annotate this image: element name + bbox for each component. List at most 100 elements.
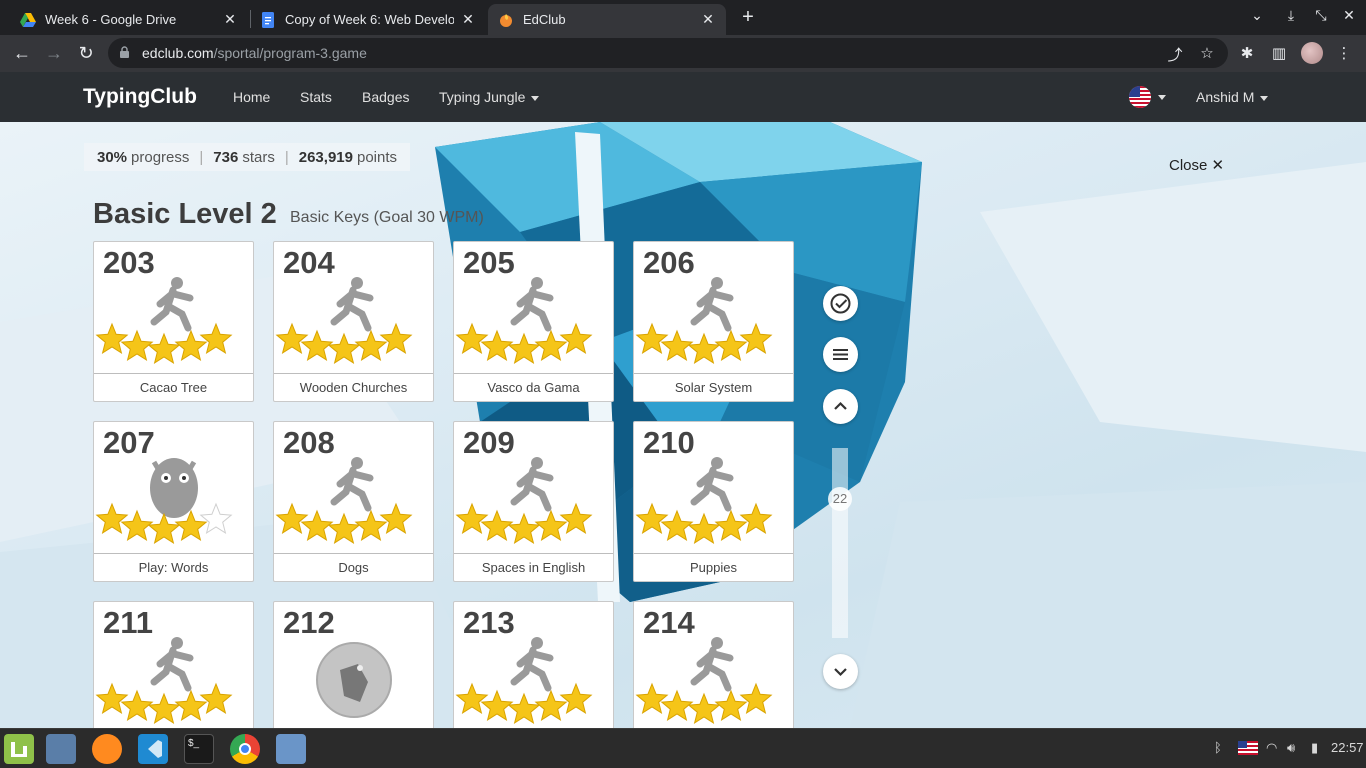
lesson-card[interactable]: 211 — [93, 601, 254, 728]
share-icon[interactable]: ⤴ — [1166, 44, 1184, 65]
progress-label: progress — [131, 148, 190, 166]
battery-icon[interactable]: ▮ — [1311, 740, 1318, 756]
profile-avatar[interactable] — [1301, 42, 1323, 64]
wifi-icon[interactable]: ◠ — [1266, 740, 1277, 756]
scroll-page-indicator[interactable]: 22 — [828, 487, 852, 511]
runner-icon — [634, 272, 793, 376]
star-filled-icon — [147, 512, 181, 544]
close-window-icon[interactable]: ✕ — [1340, 7, 1358, 24]
clock[interactable]: 22:57 — [1331, 740, 1364, 755]
star-filled-icon — [739, 322, 773, 354]
lesson-card[interactable]: 209 Spaces in English — [453, 421, 614, 582]
minimize-icon[interactable]: ⤓ — [1282, 7, 1300, 24]
runner-icon — [454, 452, 613, 556]
lesson-title: Wooden Churches — [274, 373, 433, 401]
lesson-card[interactable]: 210 Puppies — [633, 421, 794, 582]
menu-kebab-icon[interactable]: ⋮ — [1335, 44, 1353, 62]
nav-home[interactable]: Home — [233, 89, 270, 105]
star-filled-icon — [275, 322, 309, 354]
folder-icon[interactable] — [276, 734, 306, 764]
scrollbar-track[interactable] — [832, 448, 848, 638]
lesson-card[interactable]: 208 Dogs — [273, 421, 434, 582]
vscode-icon[interactable] — [138, 734, 168, 764]
runner-icon — [634, 632, 793, 728]
tab-title: Copy of Week 6: Web Develop — [285, 12, 454, 27]
close-icon[interactable]: ✕ — [460, 11, 476, 28]
firefox-icon[interactable] — [92, 734, 122, 764]
lesson-title: Dogs — [274, 553, 433, 581]
chevron-down-icon — [834, 668, 847, 677]
browser-tab-strip: Week 6 - Google Drive ✕ Copy of Week 6: … — [0, 0, 1366, 35]
tab-edclub[interactable]: EdClub ✕ — [488, 4, 726, 35]
volume-icon[interactable]: 🔊︎ — [1287, 740, 1295, 756]
runner-icon — [634, 452, 793, 556]
tab-google-docs[interactable]: Copy of Week 6: Web Develop ✕ — [250, 4, 486, 35]
tab-search-icon[interactable]: ⌄ — [1248, 7, 1266, 24]
lesson-title: Cacao Tree — [94, 373, 253, 401]
close-icon[interactable]: ✕ — [222, 11, 238, 28]
lesson-card[interactable]: 206 Solar System — [633, 241, 794, 402]
star-filled-icon — [635, 502, 669, 534]
language-caret-icon[interactable] — [1158, 95, 1166, 100]
side-panel-icon[interactable]: ▥ — [1270, 44, 1288, 62]
scroll-up-button[interactable] — [823, 389, 858, 424]
star-filled-icon — [739, 682, 773, 714]
new-tab-button[interactable]: + — [737, 6, 759, 28]
star-filled-icon — [507, 692, 541, 724]
star-filled-icon — [199, 682, 233, 714]
address-bar[interactable]: edclub.com/sportal/program-3.game ⤴ ☆ — [108, 38, 1228, 68]
star-filled-icon — [635, 682, 669, 714]
mint-menu-icon[interactable] — [4, 734, 34, 764]
check-circle-icon — [830, 293, 851, 314]
star-filled-icon — [379, 322, 413, 354]
lesson-title: Solar System — [634, 373, 793, 401]
lesson-card[interactable]: 204 Wooden Churches — [273, 241, 434, 402]
bookmark-star-icon[interactable]: ☆ — [1198, 44, 1216, 62]
star-filled-icon — [379, 502, 413, 534]
user-menu[interactable]: Anshid M — [1196, 89, 1269, 105]
lock-icon — [120, 46, 129, 58]
keyboard-layout-flag-icon[interactable] — [1238, 741, 1258, 755]
scroll-down-button[interactable] — [823, 654, 858, 689]
bluetooth-icon[interactable]: ᛒ — [1214, 740, 1222, 755]
nav-stats[interactable]: Stats — [300, 89, 332, 105]
back-button[interactable]: ← — [11, 42, 33, 64]
close-button[interactable]: Close ✕ — [1169, 156, 1224, 174]
forward-button[interactable]: → — [43, 42, 65, 64]
restore-icon[interactable]: ⤡ — [1312, 7, 1330, 24]
star-filled-icon — [687, 692, 721, 724]
nav-badges[interactable]: Badges — [362, 89, 409, 105]
site-logo[interactable]: TypingClub — [83, 85, 197, 109]
dropdown-label: Typing Jungle — [439, 89, 526, 105]
star-filled-icon — [559, 322, 593, 354]
os-taskbar: $_ ᛒ ◠ 🔊︎ ▮ 22:57 — [0, 728, 1366, 768]
list-view-button[interactable] — [823, 337, 858, 372]
stars-count: 736 — [213, 148, 239, 166]
tab-google-drive[interactable]: Week 6 - Google Drive ✕ — [10, 4, 248, 35]
locked-bird-icon — [274, 632, 433, 728]
url-text: edclub.com/sportal/program-3.game — [142, 45, 367, 61]
close-icon[interactable]: ✕ — [700, 11, 716, 28]
star-filled-icon — [739, 502, 773, 534]
nav-typing-jungle-dropdown[interactable]: Typing Jungle — [439, 89, 540, 105]
us-flag-icon[interactable] — [1129, 86, 1151, 108]
extensions-icon[interactable]: ✱ — [1238, 44, 1256, 62]
terminal-icon[interactable]: $_ — [184, 734, 214, 764]
chrome-icon[interactable] — [230, 734, 260, 764]
lesson-card[interactable]: 212 — [273, 601, 434, 728]
lesson-card[interactable]: 213 — [453, 601, 614, 728]
google-docs-icon — [260, 11, 276, 28]
runner-icon — [454, 632, 613, 728]
lesson-card[interactable]: 205 Vasco da Gama — [453, 241, 614, 402]
monster-icon — [94, 452, 253, 556]
caret-down-icon — [1260, 95, 1269, 101]
runner-icon — [454, 272, 613, 376]
progress-check-button[interactable] — [823, 286, 858, 321]
lesson-card[interactable]: 207 Play: Words — [93, 421, 254, 582]
level-title: Basic Level 2 — [93, 198, 277, 230]
lesson-card[interactable]: 203 Cacao Tree — [93, 241, 254, 402]
lesson-card[interactable]: 214 — [633, 601, 794, 728]
files-icon[interactable] — [46, 734, 76, 764]
star-filled-icon — [507, 512, 541, 544]
reload-button[interactable]: ↻ — [75, 42, 97, 64]
